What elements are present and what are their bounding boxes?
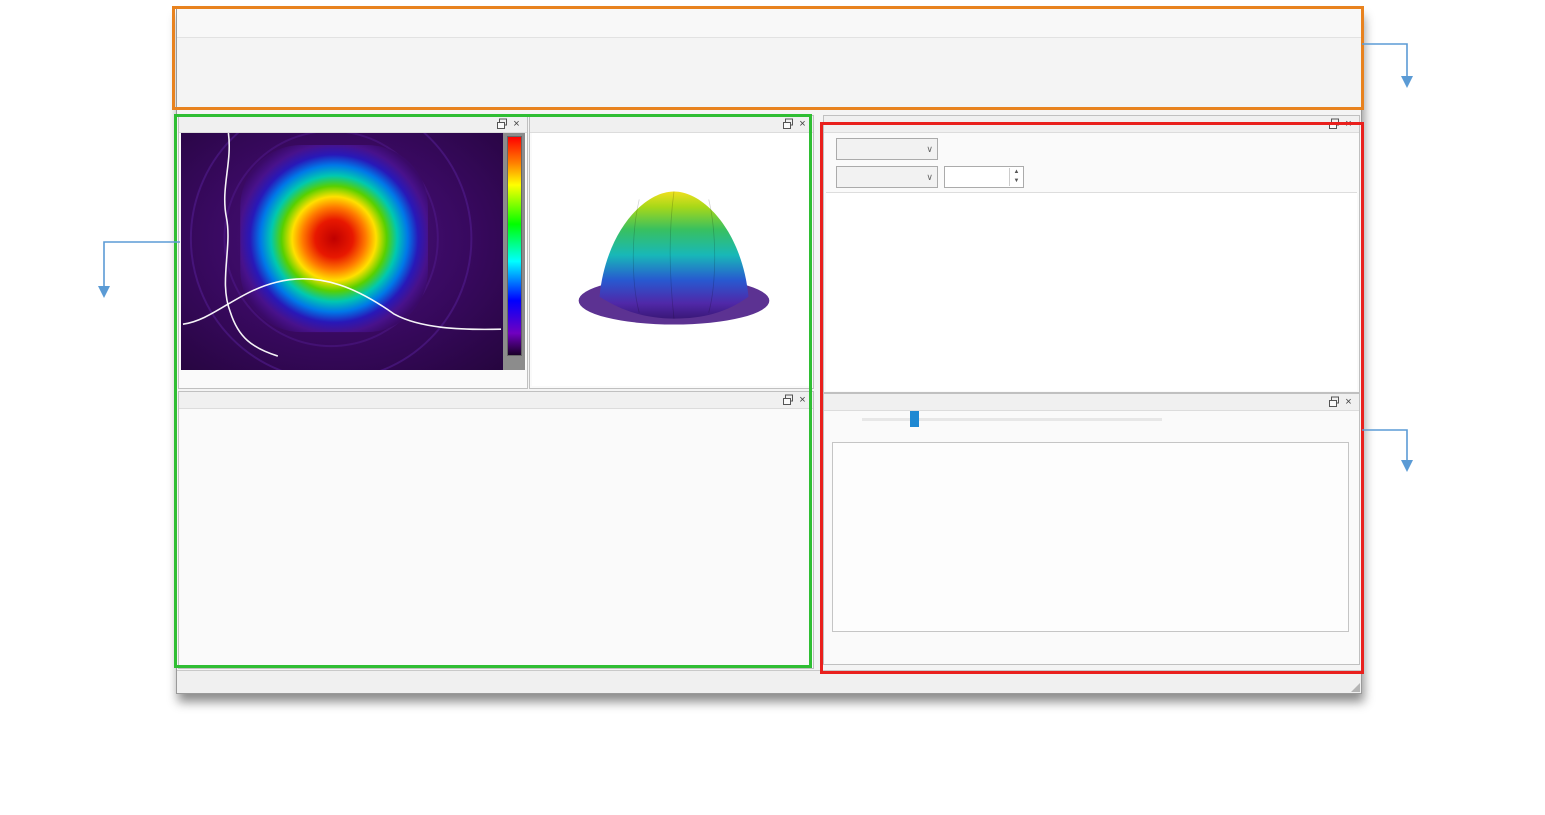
calc-results-table[interactable]: [826, 192, 1357, 391]
three-d-panel: ×: [529, 115, 814, 389]
float-icon[interactable]: [1327, 396, 1340, 408]
stepper-arrows-icon[interactable]: ▲▼: [1009, 168, 1023, 186]
close-icon[interactable]: ×: [796, 118, 809, 130]
close-icon[interactable]: ×: [796, 394, 809, 406]
float-icon[interactable]: [495, 118, 508, 130]
beam-image-area[interactable]: [181, 133, 525, 370]
float-icon[interactable]: [781, 394, 794, 406]
calc-controls-row-1: ∨: [830, 138, 944, 160]
enhanced-display-panel-header: ×: [824, 394, 1359, 411]
spot-calc-panel-header: ×: [824, 116, 1359, 133]
calc-controls-row-2: ∨ ▲▼: [830, 166, 1024, 188]
status-bar: [177, 670, 1361, 693]
app-window: ×: [176, 8, 1362, 694]
annotation-arrow-top-right: [1362, 38, 1416, 92]
data-curve-panel: ×: [178, 391, 814, 669]
menu-bar: [177, 9, 1361, 38]
enhanced-display-panel: ×: [823, 393, 1360, 665]
colorbar-strip: [503, 133, 525, 370]
chevron-down-icon: ∨: [926, 172, 933, 183]
beam-image: [181, 133, 503, 370]
annotation-arrow-mid-right: [1362, 424, 1416, 476]
stat-count-stepper[interactable]: ▲▼: [944, 166, 1024, 188]
enhance-options-row: [832, 418, 1012, 421]
spot-calc-panel: × ∨ ∨ ▲▼: [823, 115, 1360, 393]
data-curve-chart[interactable]: [181, 436, 721, 668]
readout-box: [832, 442, 1349, 632]
annotation-arrow-left: [94, 236, 182, 302]
three-d-plot-area[interactable]: [532, 133, 811, 386]
three-d-panel-header: ×: [530, 116, 813, 133]
data-curve-panel-header: ×: [179, 392, 813, 409]
font-size-slider[interactable]: [862, 418, 1012, 421]
float-icon[interactable]: [1327, 118, 1340, 130]
chevron-down-icon: ∨: [926, 144, 933, 155]
stat-mode-select[interactable]: ∨: [836, 166, 938, 188]
spot-display-panel: ×: [178, 115, 528, 389]
float-icon[interactable]: [781, 118, 794, 130]
slider-handle[interactable]: [910, 411, 919, 427]
page: ×: [0, 0, 1545, 815]
three-d-surface-plot: [532, 133, 811, 386]
close-icon[interactable]: ×: [510, 118, 523, 130]
spot-index-select[interactable]: ∨: [836, 138, 938, 160]
colorbar: [507, 136, 522, 356]
close-icon[interactable]: ×: [1342, 118, 1355, 130]
close-icon[interactable]: ×: [1342, 396, 1355, 408]
curve-legend: [724, 436, 810, 664]
spot-display-panel-header: ×: [179, 116, 527, 133]
resize-grip[interactable]: [1351, 683, 1360, 692]
